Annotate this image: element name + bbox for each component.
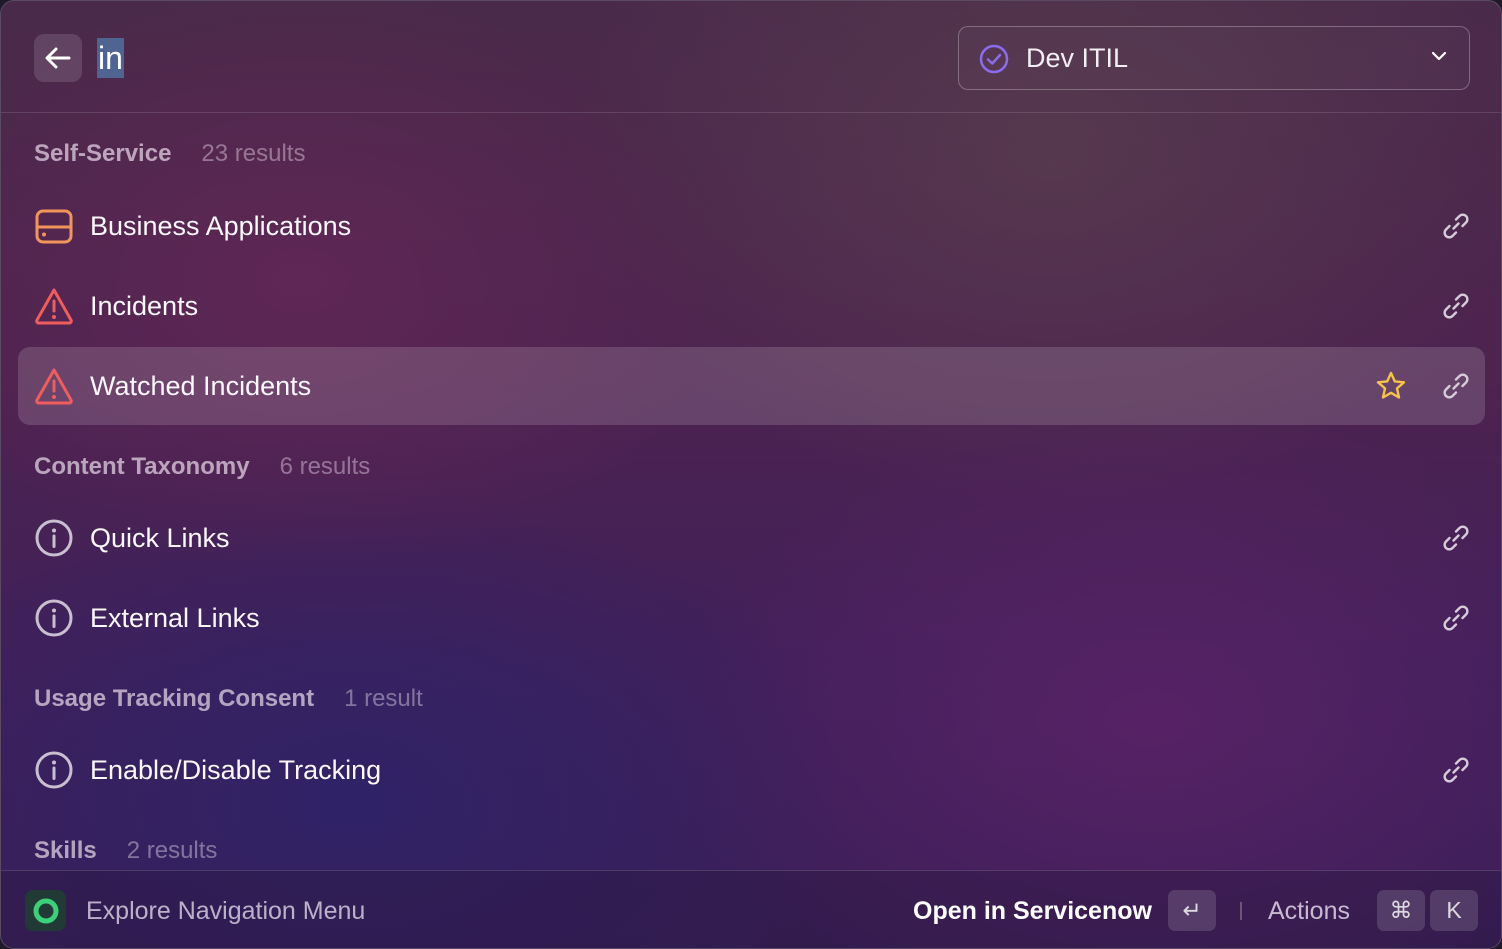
explore-navigation-menu-label[interactable]: Explore Navigation Menu <box>86 895 365 927</box>
section-header-self-service: Self-Service 23 results <box>34 139 305 169</box>
search-input[interactable]: in <box>97 38 124 78</box>
section-header-skills: Skills 2 results <box>34 836 217 866</box>
chevron-down-icon <box>1431 51 1447 61</box>
result-item-label: External Links <box>90 603 260 633</box>
actions-button[interactable]: Actions <box>1268 895 1350 927</box>
section-title: Usage Tracking Consent <box>34 685 315 712</box>
divider <box>1240 902 1242 920</box>
result-item-label: Watched Incidents <box>90 371 312 401</box>
server-icon <box>35 209 73 244</box>
k-key-hint: K <box>1430 890 1478 931</box>
back-button[interactable] <box>34 34 82 82</box>
result-item-quick-links[interactable]: Quick Links <box>18 499 1485 577</box>
star-icon[interactable] <box>1375 370 1407 402</box>
action-bar: Explore Navigation Menu Open in Servicen… <box>1 870 1501 948</box>
check-circle-icon <box>979 44 1009 74</box>
cmd-key-hint: ⌘ <box>1377 890 1425 931</box>
result-item-enable-disable-tracking[interactable]: Enable/Disable Tracking <box>18 731 1485 809</box>
link-icon[interactable] <box>1441 523 1471 553</box>
section-header-usage-tracking-consent: Usage Tracking Consent 1 result <box>34 684 423 714</box>
result-item-label: Enable/Disable Tracking <box>90 755 382 785</box>
results-list: Self-Service 23 results Business Applicat… <box>1 113 1501 870</box>
section-title: Self-Service <box>34 140 172 167</box>
result-item-watched-incidents[interactable]: Watched Incidents <box>18 347 1485 425</box>
servicenow-logo-icon <box>25 890 66 931</box>
section-count: 6 results <box>279 453 371 480</box>
warning-icon <box>35 368 73 405</box>
section-count: 1 result <box>344 685 423 712</box>
arrow-left-icon <box>45 47 71 69</box>
environment-label: Dev ITIL <box>1026 43 1129 73</box>
open-in-servicenow-button[interactable]: Open in Servicenow <box>913 895 1152 927</box>
result-item-label: Business Applications <box>90 211 352 241</box>
section-count: 2 results <box>126 837 218 864</box>
section-count: 23 results <box>201 140 306 167</box>
section-title: Content Taxonomy <box>34 453 250 480</box>
section-header-content-taxonomy: Content Taxonomy 6 results <box>34 452 370 482</box>
search-header: in Dev ITIL <box>1 1 1501 113</box>
info-icon <box>35 599 73 637</box>
warning-icon <box>35 288 73 325</box>
result-item-incidents[interactable]: Incidents <box>18 267 1485 345</box>
link-icon[interactable] <box>1441 371 1471 401</box>
link-icon[interactable] <box>1441 211 1471 241</box>
link-icon[interactable] <box>1441 755 1471 785</box>
info-icon <box>35 751 73 789</box>
result-item-label: Quick Links <box>90 523 230 553</box>
link-icon[interactable] <box>1441 291 1471 321</box>
environment-dropdown[interactable]: Dev ITIL <box>958 26 1470 90</box>
link-icon[interactable] <box>1441 603 1471 633</box>
result-item-external-links[interactable]: External Links <box>18 579 1485 657</box>
enter-key-hint: ↵ <box>1168 890 1216 931</box>
result-item-label: Incidents <box>90 291 199 321</box>
command-palette-window: in Dev ITIL Self-Service 23 results Busin… <box>0 0 1502 949</box>
section-title: Skills <box>34 837 97 864</box>
info-icon <box>35 519 73 557</box>
result-item-business-applications[interactable]: Business Applications <box>18 187 1485 265</box>
